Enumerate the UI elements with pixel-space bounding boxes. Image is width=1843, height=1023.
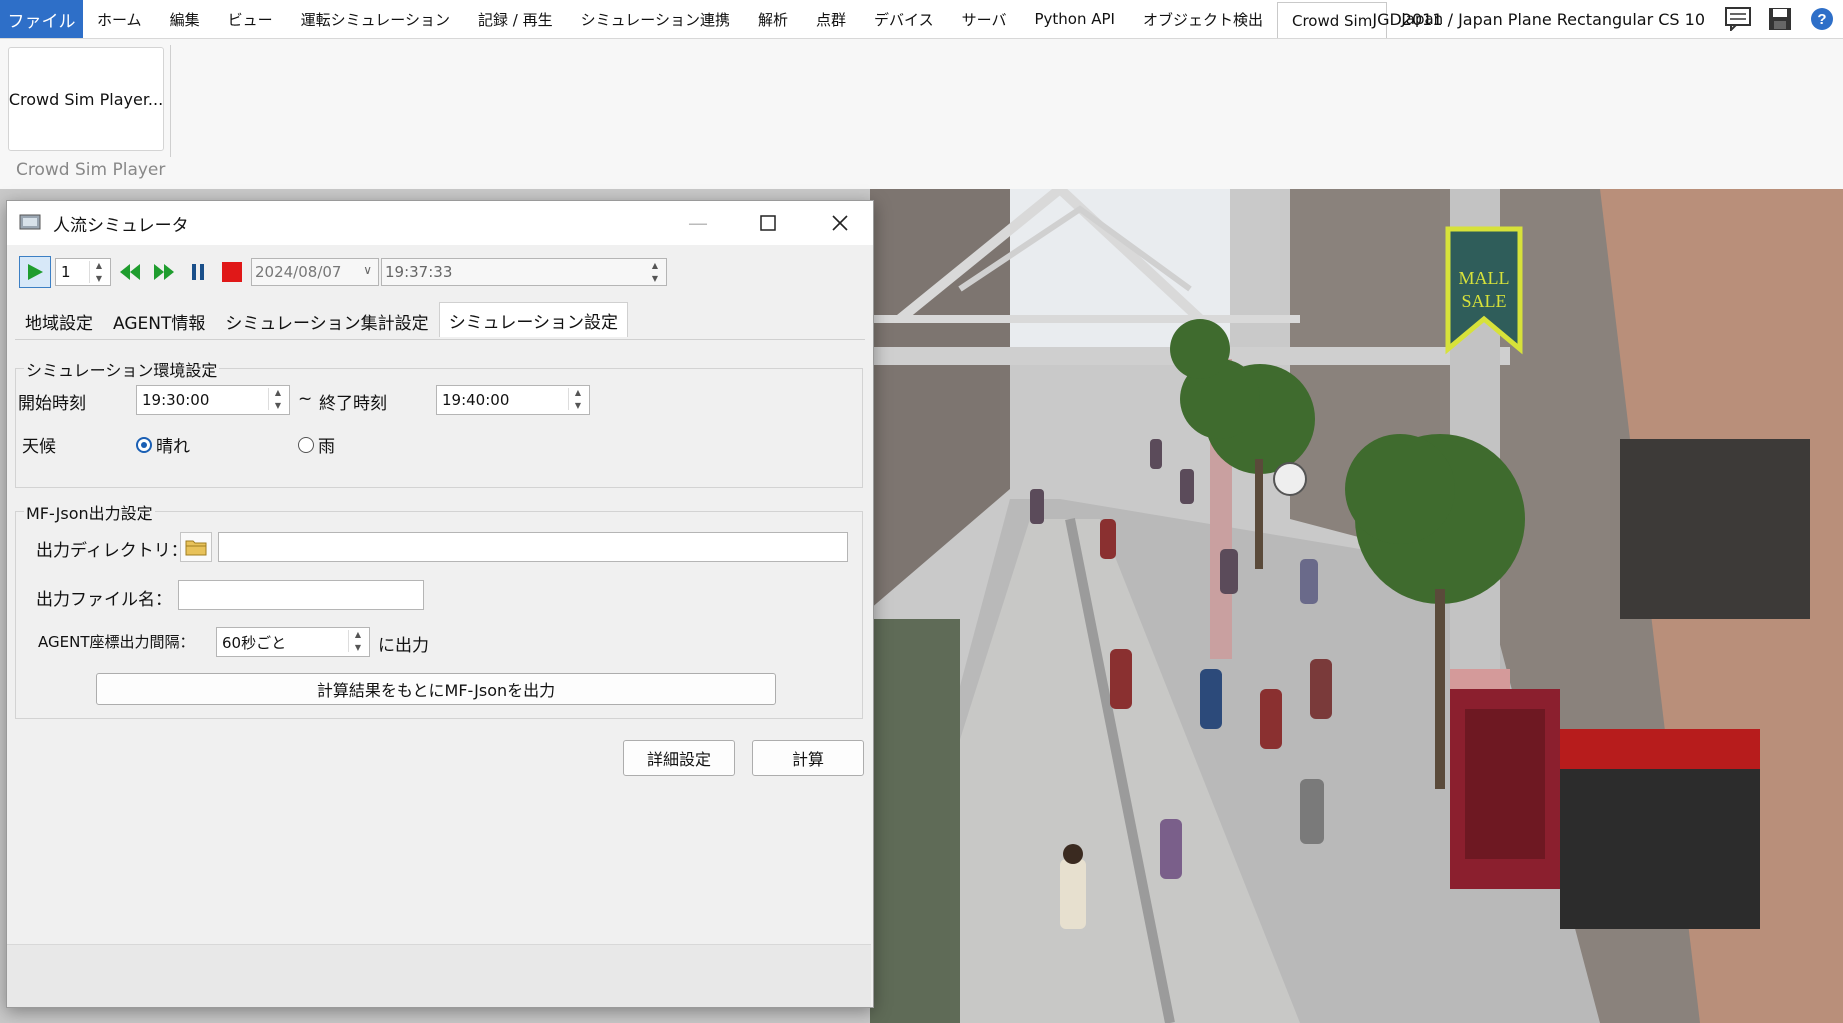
dialog-title: 人流シミュレータ	[53, 215, 189, 236]
menu-record-play[interactable]: 記録 / 再生	[464, 0, 567, 38]
menu-right-area: JGD2011 / Japan Plane Rectangular CS 10 …	[1360, 0, 1843, 38]
menu-sim-link[interactable]: シミュレーション連携	[567, 0, 744, 38]
output-file-input[interactable]	[178, 580, 424, 610]
time-stepper[interactable]: 19:37:33 ▲ ▼	[381, 258, 667, 286]
interval-label: AGENT座標出力間隔：	[38, 633, 195, 651]
ribbon-menu-bar: ファイル ホーム 編集 ビュー 運転シミュレーション 記録 / 再生 シミュレー…	[0, 0, 1843, 38]
ribbon-separator	[170, 45, 171, 157]
svg-text:SALE: SALE	[1462, 291, 1507, 311]
interval-stepper[interactable]: 60秒ごと ▲ ▼	[216, 627, 370, 657]
crowd-simulator-dialog: 人流シミュレータ — 1 ▲ ▼ 2024/08/07 ∨ 19:37:33 ▲…	[6, 200, 874, 1008]
menu-edit[interactable]: 編集	[156, 0, 214, 38]
menu-python-api[interactable]: Python API	[1020, 0, 1129, 38]
stepper-arrows-icon[interactable]: ▲ ▼	[568, 388, 587, 410]
menu-analysis[interactable]: 解析	[744, 0, 802, 38]
help-icon[interactable]: ?	[1807, 4, 1837, 34]
menu-point-cloud[interactable]: 点群	[802, 0, 860, 38]
speed-stepper[interactable]: 1 ▲ ▼	[55, 258, 111, 286]
weather-label: 天候	[22, 437, 56, 457]
radio-selected-icon	[136, 436, 152, 453]
start-time-label: 開始時刻	[18, 394, 86, 414]
calculate-button[interactable]: 計算	[752, 740, 864, 776]
tilde-label: ~	[298, 389, 313, 409]
menu-home[interactable]: ホーム	[83, 0, 156, 38]
advanced-settings-button[interactable]: 詳細設定	[623, 740, 735, 776]
output-file-label: 出力ファイル名：	[36, 590, 172, 610]
stepper-arrows-icon[interactable]: ▲ ▼	[89, 261, 108, 283]
menu-driving-sim[interactable]: 運転シミュレーション	[287, 0, 464, 38]
stepper-arrows-icon[interactable]: ▲ ▼	[646, 261, 664, 283]
ribbon-panel: Crowd Sim Player... Crowd Sim Player	[0, 38, 1843, 190]
dialog-tabs: 地域設定 AGENT情報 シミュレーション集計設定 シミュレーション設定	[15, 302, 629, 337]
stepper-arrows-icon[interactable]: ▲ ▼	[348, 630, 367, 652]
time-value: 19:37:33	[385, 263, 453, 281]
menu-device[interactable]: デバイス	[860, 0, 948, 38]
fast-forward-button[interactable]	[149, 257, 179, 287]
menu-object-detection[interactable]: オブジェクト検出	[1129, 0, 1277, 38]
weather-sunny-radio[interactable]: 晴れ	[136, 432, 190, 457]
start-time-input[interactable]: 19:30:00 ▲ ▼	[136, 385, 290, 415]
weather-rain-label: 雨	[318, 437, 335, 457]
stop-button[interactable]	[217, 257, 247, 287]
menu-server[interactable]: サーバ	[948, 0, 1021, 38]
chevron-down-icon[interactable]: ∨	[363, 263, 372, 277]
simulation-settings-page: シミュレーション環境設定 開始時刻 19:30:00 ▲ ▼ ~ 終了時刻 19:…	[15, 339, 865, 928]
start-time-value: 19:30:00	[142, 391, 210, 409]
end-time-input[interactable]: 19:40:00 ▲ ▼	[436, 385, 590, 415]
folder-browse-button[interactable]	[180, 532, 212, 562]
output-dir-input[interactable]	[218, 532, 848, 562]
save-icon[interactable]	[1765, 4, 1795, 34]
pause-button[interactable]	[183, 257, 213, 287]
date-value: 2024/08/07	[255, 263, 342, 281]
speed-value: 1	[61, 263, 71, 281]
tab-agent-info[interactable]: AGENT情報	[103, 305, 215, 337]
interval-suffix-label: に出力	[378, 636, 429, 656]
menu-view[interactable]: ビュー	[214, 0, 287, 38]
mfjson-settings-title: MF-Json出力設定	[24, 500, 155, 524]
app-icon	[19, 213, 43, 233]
folder-icon	[185, 540, 207, 556]
menu-file[interactable]: ファイル	[0, 0, 83, 38]
maximize-icon[interactable]	[737, 201, 799, 245]
ribbon-group-label: Crowd Sim Player	[16, 160, 166, 180]
date-picker[interactable]: 2024/08/07 ∨	[251, 258, 379, 286]
weather-sunny-label: 晴れ	[156, 437, 190, 457]
comment-icon[interactable]	[1723, 4, 1753, 34]
tab-simulation-settings[interactable]: シミュレーション設定	[438, 302, 629, 337]
tab-region-settings[interactable]: 地域設定	[15, 305, 103, 337]
play-button[interactable]	[19, 256, 51, 288]
end-time-label: 終了時刻	[319, 394, 387, 414]
minimize-icon[interactable]: —	[667, 201, 729, 245]
end-time-value: 19:40:00	[442, 391, 510, 409]
env-settings-group: シミュレーション環境設定 開始時刻 19:30:00 ▲ ▼ ~ 終了時刻 19:…	[15, 357, 863, 488]
export-mfjson-button[interactable]: 計算結果をもとにMF-Jsonを出力	[96, 673, 776, 705]
svg-text:?: ?	[1817, 11, 1826, 28]
interval-value: 60秒ごと	[222, 633, 287, 652]
env-settings-title: シミュレーション環境設定	[24, 357, 220, 381]
crowd-sim-player-button[interactable]: Crowd Sim Player...	[8, 47, 164, 151]
mfjson-settings-group: MF-Json出力設定 出力ディレクトリ： 出力ファイル名： AGENT座標出力…	[15, 500, 863, 719]
rewind-button[interactable]	[115, 257, 145, 287]
tab-aggregation-settings[interactable]: シミュレーション集計設定	[215, 305, 438, 337]
playback-toolbar: 1 ▲ ▼ 2024/08/07 ∨ 19:37:33 ▲ ▼	[19, 256, 667, 288]
stepper-arrows-icon[interactable]: ▲ ▼	[268, 388, 287, 410]
crs-label[interactable]: JGD2011 / Japan Plane Rectangular CS 10	[1360, 10, 1717, 29]
svg-text:MALL: MALL	[1459, 268, 1510, 288]
radio-unselected-icon	[298, 436, 314, 453]
weather-rain-radio[interactable]: 雨	[298, 432, 335, 457]
output-dir-label: 出力ディレクトリ：	[36, 541, 188, 561]
dialog-titlebar[interactable]: 人流シミュレータ —	[7, 201, 873, 245]
dialog-status-bar	[7, 944, 871, 1007]
close-icon[interactable]	[809, 201, 871, 245]
